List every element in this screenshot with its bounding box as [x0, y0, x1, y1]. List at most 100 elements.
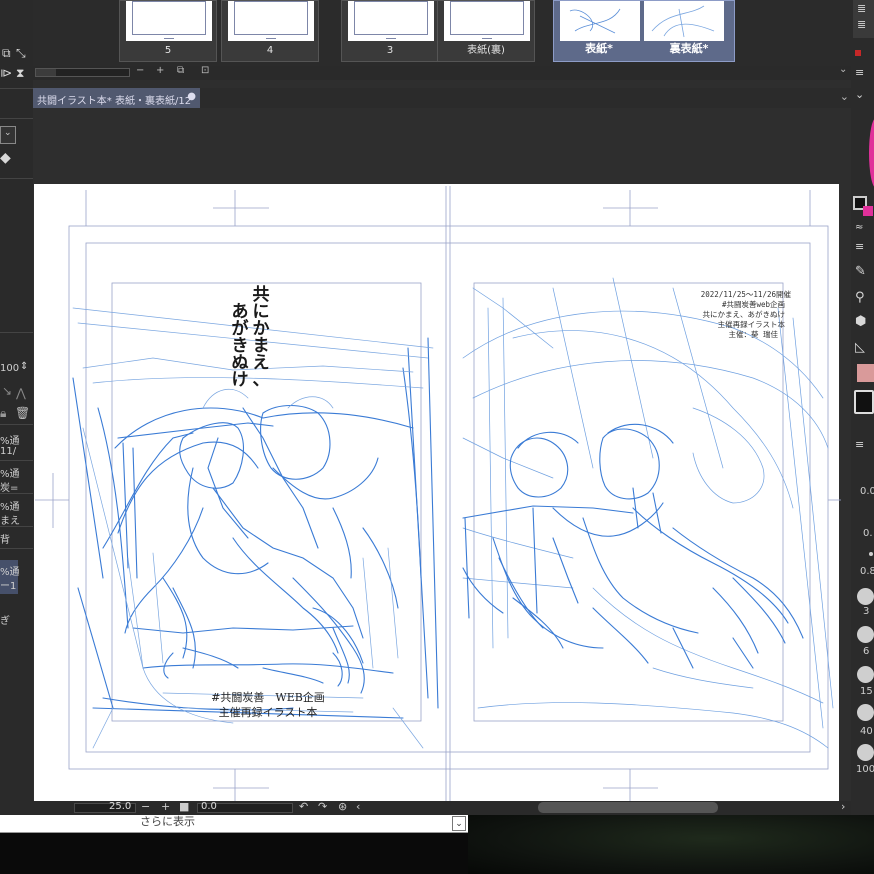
layer-label[interactable]: %通 — [0, 432, 20, 447]
left-tool-panel: ⧉ ⤡ ⧐ ⧗ ⌄ ◆ 100 ⇕ ↘ ⋀ 🔒︎ 🗑︎ %通 11/ %通 炭=… — [0, 0, 33, 815]
brush-size-value[interactable]: 40 — [860, 726, 873, 737]
brush-size-value[interactable]: 6 — [863, 646, 869, 657]
brush-size-value[interactable]: 100 — [856, 764, 874, 775]
brush-size-dot[interactable] — [857, 626, 874, 643]
brush-size-dot[interactable] — [857, 744, 874, 761]
horizontal-scrollbar[interactable] — [538, 802, 718, 813]
brush-size-dot[interactable] — [857, 666, 874, 683]
page-thumb-3[interactable]: 3 — [341, 0, 439, 62]
layer-label[interactable]: まえ — [0, 512, 20, 527]
back-info-line: #共闘炭善web企画 — [722, 299, 785, 309]
menu-icon[interactable]: ≣ — [857, 2, 866, 15]
brush-size-value[interactable]: 15 — [860, 686, 873, 697]
sub-color-swatch[interactable] — [863, 206, 873, 216]
brush-size-dot[interactable] — [857, 704, 874, 721]
brush-size-value[interactable]: 0.8 — [860, 566, 874, 577]
thumb-zoom-out-button[interactable]: − — [136, 65, 144, 76]
thumbnail-size-slider[interactable] — [35, 68, 130, 77]
chevron-left-icon[interactable]: ‹ — [356, 800, 360, 813]
layer-label[interactable]: 炭= — [0, 479, 18, 494]
brush-size-dot[interactable] — [857, 588, 874, 605]
back-info-line: 共にかまえ、あがきぬけ — [703, 309, 786, 319]
brush-size-value[interactable]: 0. — [863, 528, 873, 539]
trash-icon[interactable]: 🗑︎ — [15, 406, 30, 420]
layer-folder-label[interactable]: 背 — [0, 531, 10, 546]
layer-label[interactable]: ぎ — [0, 612, 10, 627]
ruler-icon[interactable]: ◺ — [855, 340, 865, 355]
chevron-down-icon[interactable]: ⌄ — [840, 90, 849, 103]
cube-icon[interactable]: ⬢ — [855, 314, 866, 329]
layer-label[interactable]: %通 — [0, 465, 20, 480]
layer-label[interactable]: 11/ — [0, 446, 16, 457]
document-tab-bar: 共闘イラスト本* 表紙・裏表紙/12 ● ⌄ — [33, 88, 851, 108]
menu-icon[interactable]: ≡ — [855, 66, 864, 79]
chevron-down-icon: ⌄ — [4, 128, 12, 138]
reference-layer-icon[interactable]: ⋀ — [16, 386, 26, 400]
canvas-drawing[interactable]: 共にかまえ、あがきぬけ #共闘炭善 WEB企画 主催再録イラスト本 2022/1… — [33, 108, 851, 801]
selected-layer[interactable]: %通 ー1 — [0, 560, 20, 594]
back-info-line: 主催：葵 瑞佳 — [728, 329, 778, 339]
rotate-right-icon[interactable]: ↷ — [318, 800, 327, 813]
document-tab[interactable]: 共闘イラスト本* 表紙・裏表紙/12 ● — [33, 88, 200, 108]
zoom-value[interactable]: 25.0 — [109, 801, 131, 812]
fill-bucket-icon[interactable]: ◆ — [0, 150, 11, 166]
chevron-right-icon[interactable]: › — [841, 800, 845, 813]
lock-icon[interactable]: 🔒︎ — [0, 406, 6, 421]
color-wheel[interactable] — [869, 118, 874, 188]
menu-icon[interactable]: ≡ — [855, 240, 864, 253]
opacity-value[interactable]: 100 — [0, 363, 19, 374]
pen-icon[interactable]: ✎ — [855, 264, 866, 279]
page-thumb-label: 表紙(裏) — [467, 45, 505, 56]
brush-size-value[interactable]: 3 — [863, 606, 869, 617]
current-color-box[interactable] — [854, 390, 874, 414]
layer-label: %通 — [0, 567, 20, 578]
flip-horizontal-icon[interactable]: ⧐ — [0, 66, 12, 80]
cover-bottom-line1: #共闘炭善 WEB企画 — [211, 690, 325, 704]
layer-label: ー1 — [0, 581, 17, 592]
page-thumb-cover-spread[interactable]: 表紙* 裏表紙* — [553, 0, 735, 62]
back-cover-sketch-light — [462, 277, 834, 749]
menu-icon[interactable]: ≣ — [857, 18, 866, 31]
canvas-area[interactable]: 共にかまえ、あがきぬけ #共闘炭善 WEB企画 主催再録イラスト本 2022/1… — [33, 108, 851, 801]
page-thumb-inner-cover[interactable]: 表紙(裏) — [437, 0, 535, 62]
page-thumb-label: 4 — [266, 45, 274, 56]
blend-mode-select[interactable]: ⌄ — [0, 126, 16, 144]
brush-size-value[interactable]: 0.0 — [860, 486, 874, 497]
zoom-out-button[interactable]: − — [141, 800, 150, 813]
thumb-settings-icon[interactable]: ⊡ — [201, 65, 209, 76]
fit-page-icon[interactable]: ■ — [179, 800, 189, 813]
resize-icon[interactable]: ⤡ — [16, 46, 26, 61]
close-tab-icon[interactable]: ● — [187, 91, 196, 102]
flip-vertical-icon[interactable]: ⧗ — [16, 66, 24, 81]
rotate-left-icon[interactable]: ↶ — [299, 800, 308, 813]
chevron-down-icon[interactable]: ⌄ — [855, 88, 864, 101]
wave-icon: ≈ — [855, 222, 864, 233]
search-icon[interactable]: ⚲ — [855, 290, 865, 305]
page-thumb-5[interactable]: 5 — [119, 0, 217, 62]
cover-title: 共にかまえ、あがきぬけ — [232, 285, 270, 390]
more-select-label: さらに表示 — [140, 815, 195, 828]
menu-icon[interactable]: ≡ — [855, 438, 864, 451]
back-cover-sketch — [462, 423, 804, 669]
clip-layer-icon[interactable]: ↘ — [2, 384, 12, 398]
opacity-stepper-icon[interactable]: ⇕ — [20, 361, 28, 372]
reset-rotation-icon[interactable]: ⊛ — [338, 800, 347, 813]
brush-size-dot[interactable] — [869, 552, 873, 556]
zoom-in-button[interactable]: + — [161, 800, 170, 813]
material-thumbnail[interactable] — [857, 364, 874, 382]
thumb-zoom-in-button[interactable]: + — [156, 65, 164, 76]
page-thumb-4[interactable]: 4 — [221, 0, 319, 62]
page-strip-zoom-bar: − + ⧉ ⊡ ⌄ — [33, 64, 851, 80]
back-info-line: 2022/11/25～11/26開催 — [701, 289, 792, 299]
layer-label[interactable]: %通 — [0, 498, 20, 513]
document-tab-title: 共闘イラスト本* 表紙・裏表紙/12 — [37, 96, 192, 107]
more-select[interactable]: さらに表示 ⌄ — [0, 815, 468, 833]
page-thumb-label: 5 — [164, 45, 172, 56]
expand-icon[interactable]: ⧉ — [2, 46, 11, 61]
thumb-layout-icon[interactable]: ⧉ — [177, 65, 184, 76]
chevron-down-icon[interactable]: ⌄ — [452, 816, 466, 831]
rotation-value[interactable]: 0.0 — [201, 801, 217, 812]
chevron-down-icon[interactable]: ⌄ — [839, 64, 847, 75]
panel-header: ≣ ≣ — [853, 0, 874, 38]
page-thumb-label: 3 — [386, 45, 394, 56]
